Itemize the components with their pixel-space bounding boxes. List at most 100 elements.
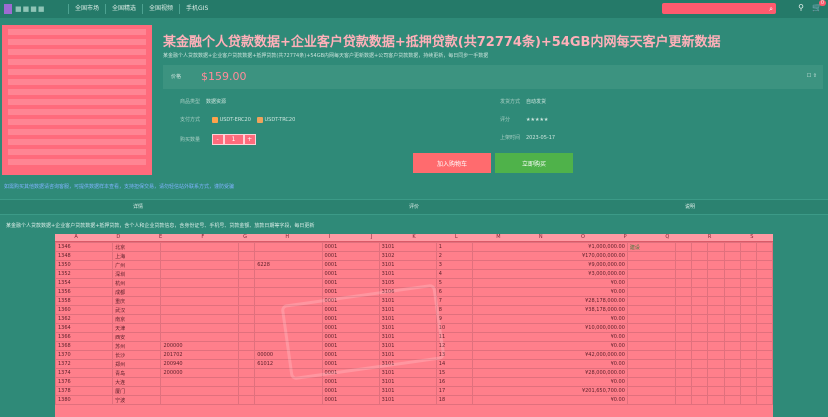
table-cell — [238, 278, 256, 288]
table-cell — [626, 269, 677, 279]
user-icon[interactable]: ⚲ — [798, 3, 804, 12]
decrease-button[interactable]: - — [211, 134, 224, 145]
table-cell — [755, 278, 773, 288]
product-title: 某金融个人贷款数据+企业客户贷款数据+抵押贷款(共72774条)+54GB内网每… — [163, 35, 721, 50]
table-cell: 1376 — [55, 377, 114, 387]
table-cell — [755, 251, 773, 261]
table-cell — [691, 242, 709, 252]
table-cell: ¥42,000,000.00 — [472, 350, 628, 360]
table-cell — [739, 260, 757, 270]
table-cell — [626, 332, 677, 342]
table-cell: 杭州 — [112, 278, 162, 288]
add-to-cart-button[interactable]: 加入购物车 — [413, 153, 491, 173]
table-cell — [238, 314, 256, 324]
cart-icon[interactable]: 🛒 0 — [812, 0, 826, 12]
table-cell: 3102 — [378, 251, 437, 261]
table-cell: ¥0.00 — [472, 278, 628, 288]
table-cell — [254, 377, 323, 387]
table-cell: 1374 — [55, 368, 114, 378]
search-icon[interactable]: ⌕ — [769, 5, 773, 14]
table-cell — [691, 251, 709, 261]
buy-now-button[interactable]: 立即购买 — [495, 153, 573, 173]
table-row: 1378 厦门 0001 3101 17 ¥201,650,700.00 — [55, 386, 773, 396]
table-cell — [723, 314, 741, 324]
table-cell — [691, 269, 709, 279]
table-cell — [739, 359, 757, 369]
quantity-value[interactable]: 1 — [223, 134, 244, 145]
table-cell — [707, 314, 725, 324]
table-cell — [691, 359, 709, 369]
table-cell: ¥28,178,000.00 — [472, 296, 628, 306]
favorite-link[interactable]: ☐ ⇧ — [807, 73, 817, 79]
table-cell — [238, 332, 256, 342]
table-cell — [691, 278, 709, 288]
sheet-col-header: D — [116, 234, 121, 240]
table-cell: 1380 — [55, 395, 114, 405]
table-cell: ¥38,178,000.00 — [472, 305, 628, 315]
table-cell: 武汉 — [112, 305, 162, 315]
sheet-col-header: A — [74, 234, 78, 240]
table-cell — [675, 305, 693, 315]
table-cell — [160, 260, 240, 270]
table-cell — [675, 287, 693, 297]
price-value: $159.00 — [201, 70, 247, 83]
nav-item-3[interactable]: 手机GIS — [179, 4, 214, 14]
table-cell — [675, 260, 693, 270]
table-cell: 长沙 — [112, 350, 162, 360]
table-cell — [675, 296, 693, 306]
table-row: 1350 广州 6228 0001 3101 3 ¥9,000,000.00 — [55, 260, 773, 270]
table-cell: 200940 — [160, 359, 240, 369]
table-cell — [723, 350, 741, 360]
table-cell — [691, 368, 709, 378]
table-cell — [675, 269, 693, 279]
logo-mark — [4, 4, 12, 14]
table-cell — [723, 377, 741, 387]
table-cell: ¥10,000,000.00 — [472, 323, 628, 333]
payment-option-erc20[interactable]: USDT-ERC20 — [220, 117, 251, 123]
table-cell — [691, 377, 709, 387]
table-cell: ¥0.00 — [472, 395, 628, 405]
tab-reviews[interactable]: 评价 — [276, 200, 552, 214]
table-cell: 200000 — [160, 341, 240, 351]
table-cell — [691, 296, 709, 306]
table-cell — [707, 386, 725, 396]
table-cell — [755, 332, 773, 342]
table-cell: 9 — [435, 314, 474, 324]
table-cell — [723, 260, 741, 270]
table-cell — [675, 386, 693, 396]
nav-item-1[interactable]: 全国精选 — [105, 4, 142, 14]
table-cell — [723, 278, 741, 288]
table-cell — [254, 395, 323, 405]
quantity-stepper[interactable]: - 1 + — [211, 134, 256, 145]
table-cell — [160, 314, 240, 324]
nav-item-2[interactable]: 全国视频 — [142, 4, 179, 14]
table-cell — [723, 305, 741, 315]
increase-button[interactable]: + — [243, 134, 256, 145]
usdt-erc20-icon — [211, 116, 218, 123]
info-date: 上架时间 2023-05-17 — [500, 135, 556, 141]
table-cell — [755, 269, 773, 279]
notice-text: 如需购买其他数据请咨询客服，可提供数据样本查看，支持担保交易，请勿轻信站外联系方… — [4, 184, 235, 190]
site-logo[interactable]: ■■■■ — [4, 3, 60, 15]
detail-tabs: 详情 评价 说明 — [0, 199, 828, 215]
table-cell: 3101 — [378, 260, 437, 270]
payment-option-trc20[interactable]: USDT-TRC20 — [265, 117, 296, 123]
sheet-col-header: F — [201, 234, 205, 240]
tab-notes[interactable]: 说明 — [552, 200, 828, 214]
table-cell: 8 — [435, 305, 474, 315]
table-cell — [675, 242, 693, 252]
table-cell: 1378 — [55, 386, 114, 396]
table-cell: 3101 — [378, 368, 437, 378]
table-cell — [626, 341, 677, 351]
table-cell: ¥3,000,000.00 — [472, 269, 628, 279]
table-row: 1380 宁波 0001 3101 18 ¥0.00 — [55, 395, 773, 405]
table-cell — [739, 269, 757, 279]
sheet-col-header: R — [707, 234, 712, 240]
search-input[interactable]: ⌕ — [662, 3, 776, 14]
tab-details[interactable]: 详情 — [0, 200, 276, 214]
table-cell — [691, 350, 709, 360]
nav-item-0[interactable]: 全国市场 — [68, 4, 105, 14]
table-cell — [691, 395, 709, 405]
table-cell: ¥201,650,700.00 — [472, 386, 628, 396]
table-cell — [238, 260, 256, 270]
